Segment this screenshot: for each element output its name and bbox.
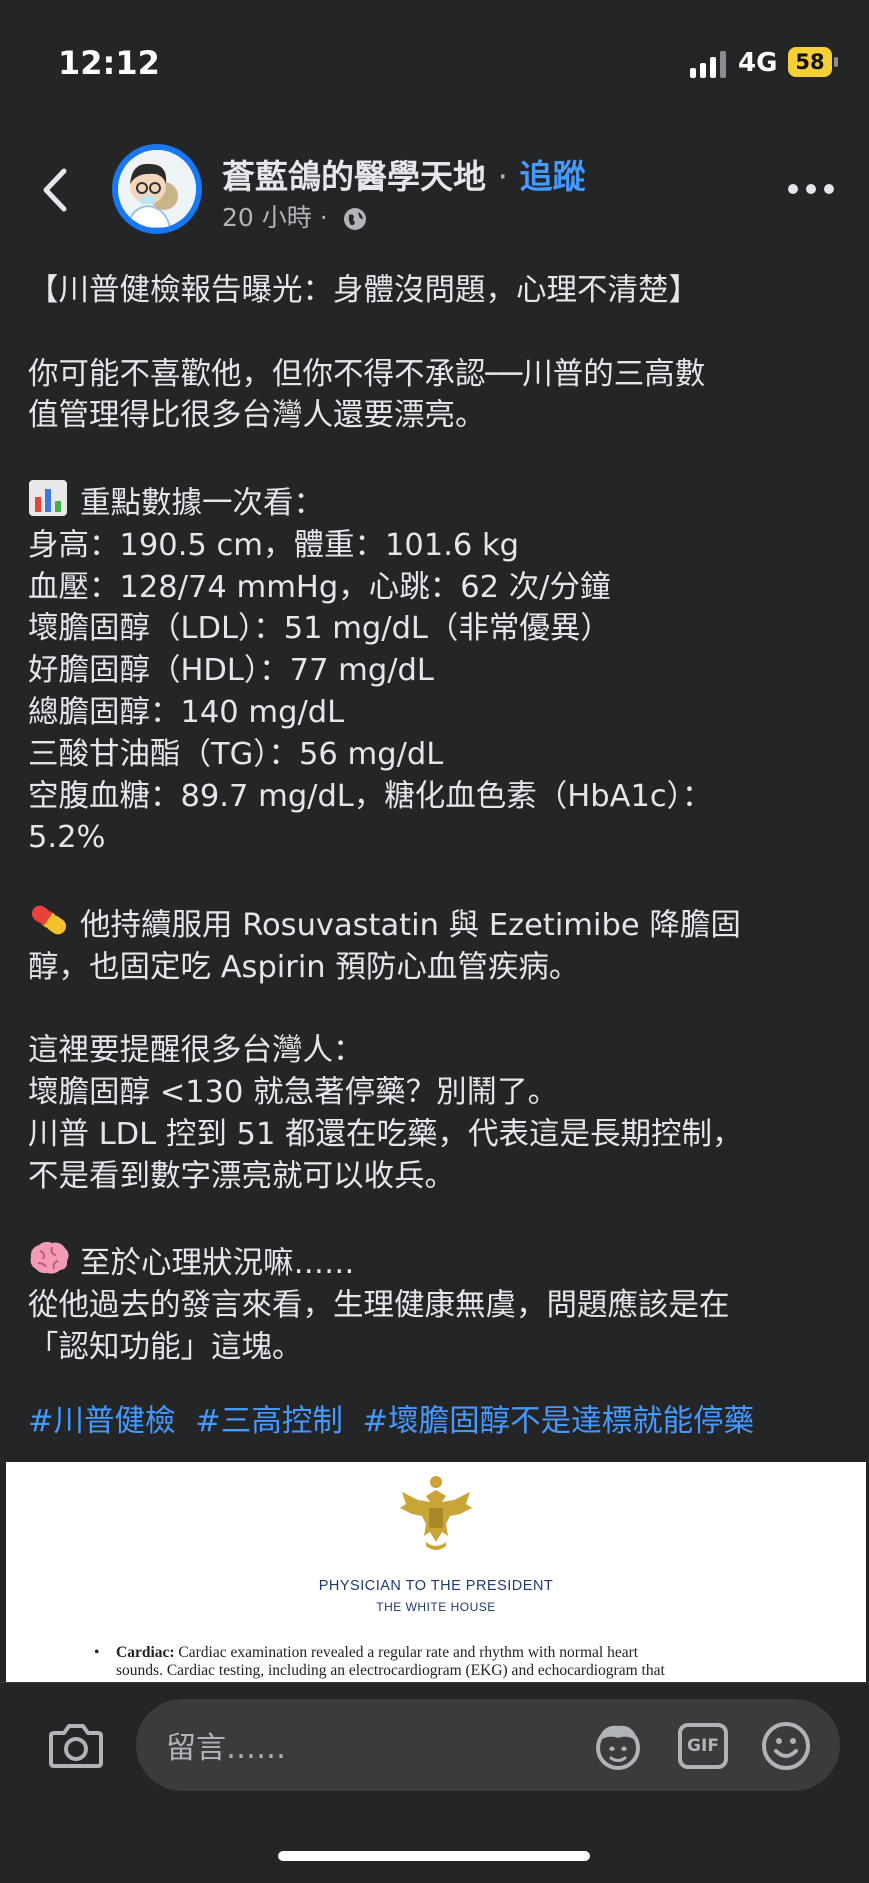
- post-line: 5.2%: [28, 820, 106, 856]
- post-line: 你可能不喜歡他，但你不得不承認──川普的三高數: [28, 356, 706, 392]
- post-blank-line: [28, 437, 843, 479]
- post-text: 【川普健檢報告曝光：身體沒問題，心理不清楚】 你可能不喜歡他，但你不得不承認──…: [28, 270, 843, 1369]
- hashtag-link[interactable]: #三高控制: [195, 1404, 343, 1439]
- post-blank-line: [28, 1198, 843, 1240]
- brain-icon: [28, 1239, 70, 1277]
- post-image[interactable]: PHYSICIAN TO THE PRESIDENT THE WHITE HOU…: [6, 1462, 866, 1682]
- post-line: 三酸甘油酯（TG）：56 mg/dL: [28, 736, 444, 772]
- avatar-sticker-icon[interactable]: [592, 1720, 644, 1772]
- post-line-with-emoji: 至於心理狀況嘛……: [28, 1239, 843, 1285]
- pill-icon: [28, 901, 70, 939]
- hashtag-link[interactable]: #壞膽固醇不是達標就能停藥: [363, 1404, 755, 1439]
- document-subtitle: THE WHITE HOUSE: [376, 1600, 496, 1614]
- comment-placeholder: 留言……: [166, 1731, 286, 1766]
- post-line: 從他過去的發言來看，生理健康無虞，問題應該是在: [28, 1288, 730, 1324]
- post-line-with-emoji: 他持續服用 Rosuvastatin 與 Ezetimibe 降膽固: [28, 901, 843, 947]
- post-line: 血壓：128/74 mmHg，心跳：62 次/分鐘: [28, 569, 611, 605]
- page-name[interactable]: 蒼藍鴿的醫學天地: [222, 157, 486, 196]
- hashtag-row: #川普健檢 #三高控制 #壞膽固醇不是達標就能停藥: [28, 1401, 764, 1443]
- post-line: 總膽固醇：140 mg/dL: [28, 694, 345, 730]
- gif-button[interactable]: GIF: [678, 1723, 728, 1769]
- presidential-seal-icon: [396, 1472, 476, 1554]
- follow-button[interactable]: 追蹤: [520, 157, 586, 196]
- post-line: 「認知功能」這塊。: [28, 1329, 303, 1365]
- post-line: 醇，也固定吃 Aspirin 預防心血管疾病。: [28, 949, 580, 985]
- post-line-with-emoji: 重點數據一次看：: [28, 479, 843, 525]
- camera-icon[interactable]: [48, 1721, 104, 1769]
- post-blank-line: [28, 989, 843, 1031]
- document-text: Cardiac examination revealed a regular r…: [174, 1644, 639, 1661]
- post-line: 這裡要提醒很多台灣人：: [28, 1033, 364, 1069]
- back-chevron-icon[interactable]: [36, 165, 76, 215]
- comment-composer: 留言…… GIF: [0, 1682, 869, 1883]
- post-line-text: 至於心理狀況嘛……: [80, 1246, 355, 1282]
- post-meta: 20 小時 ·: [222, 198, 368, 234]
- network-type: 4G: [738, 48, 778, 78]
- status-bar: 12:12 4G 58: [0, 0, 869, 110]
- document-section-label: Cardiac:: [116, 1644, 175, 1661]
- document-body: • Cardiac: Cardiac examination revealed …: [94, 1644, 776, 1680]
- post-timestamp[interactable]: 20 小時: [222, 203, 312, 232]
- status-time: 12:12: [58, 44, 160, 82]
- hashtag-link[interactable]: #川普健檢: [28, 1404, 176, 1439]
- meta-separator: ·: [319, 203, 328, 232]
- bar-chart-icon: [28, 479, 70, 517]
- page-avatar[interactable]: [112, 144, 202, 234]
- post-line: 空腹血糖：89.7 mg/dL，糖化血色素（HbA1c）：: [28, 778, 713, 814]
- emoji-icon[interactable]: [760, 1720, 812, 1772]
- post-line: 好膽固醇（HDL）：77 mg/dL: [28, 653, 434, 689]
- post-blank-line: [28, 859, 843, 901]
- post-blank-line: [28, 312, 843, 354]
- signal-icon: [690, 50, 730, 78]
- document-text: sounds. Cardiac testing, including an el…: [116, 1662, 665, 1679]
- post-line: 不是看到數字漂亮就可以收兵。: [28, 1158, 455, 1194]
- post-line-text: 重點數據一次看：: [80, 485, 324, 521]
- post-line: 身高：190.5 cm，體重：101.6 kg: [28, 527, 520, 563]
- comment-input[interactable]: 留言…… GIF: [136, 1699, 840, 1791]
- home-indicator[interactable]: [278, 1851, 590, 1861]
- post-line: 壞膽固醇（LDL）：51 mg/dL（非常優異）: [28, 611, 611, 647]
- post-line: 壞膽固醇 <130 就急著停藥？別鬧了。: [28, 1075, 559, 1111]
- page-name-row: 蒼藍鴿的醫學天地 · 追蹤: [222, 150, 586, 198]
- document-bullet: •: [94, 1644, 100, 1661]
- post-line-text: 他持續服用 Rosuvastatin 與 Ezetimibe 降膽固: [80, 907, 741, 943]
- document-title: PHYSICIAN TO THE PRESIDENT: [318, 1578, 554, 1594]
- post-line: 川普 LDL 控到 51 都還在吃藥，代表這是長期控制，: [28, 1116, 743, 1152]
- more-options-icon[interactable]: [788, 178, 838, 198]
- battery-icon: 58: [788, 47, 838, 77]
- globe-icon: [342, 206, 368, 232]
- post-line: 【川普健檢報告曝光：身體沒問題，心理不清楚】: [28, 273, 699, 308]
- name-separator: ·: [497, 157, 509, 196]
- post-line: 值管理得比很多台灣人還要漂亮。: [28, 398, 486, 434]
